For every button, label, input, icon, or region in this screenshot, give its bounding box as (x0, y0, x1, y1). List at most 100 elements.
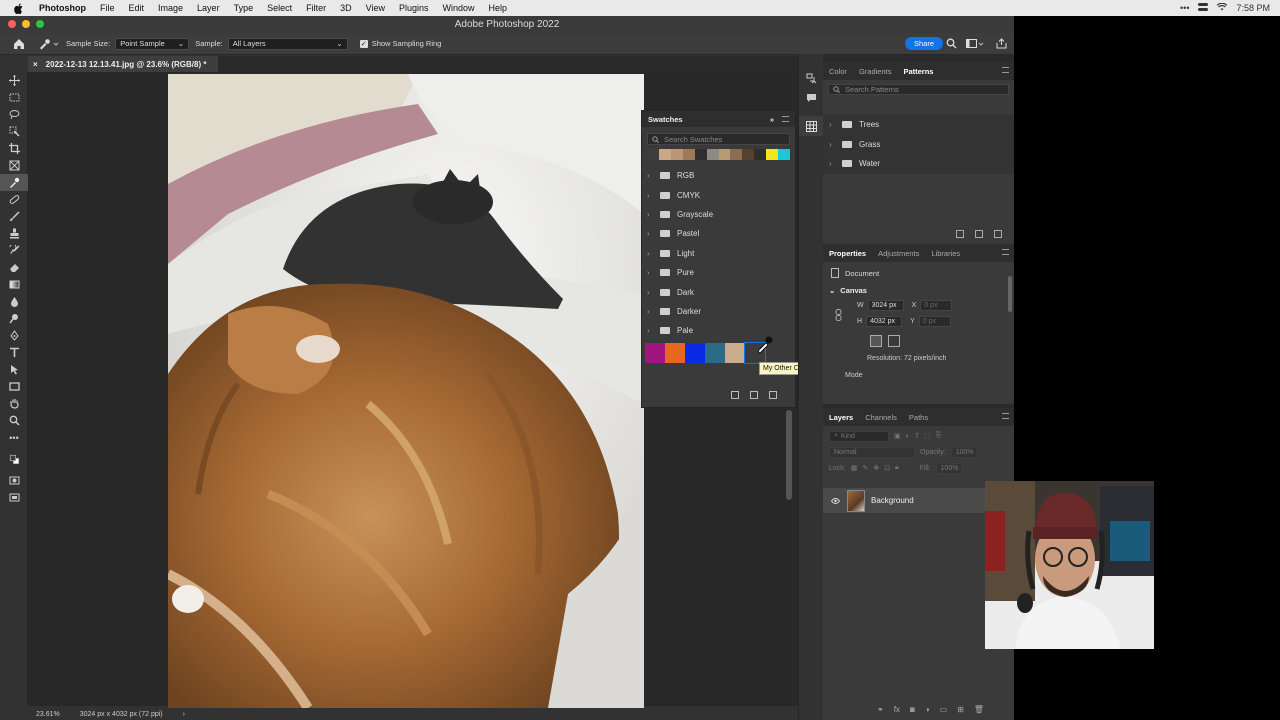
menu-window[interactable]: Window (436, 3, 482, 13)
status-chevron-icon[interactable]: › (183, 711, 185, 718)
frame-tool[interactable] (0, 157, 28, 174)
delete-swatch-icon[interactable] (769, 391, 777, 399)
type-tool[interactable] (0, 344, 28, 361)
delete-pattern-icon[interactable] (994, 230, 1002, 238)
more-icon[interactable]: ••• (1180, 3, 1189, 13)
eyedropper-preset-icon[interactable] (38, 38, 60, 50)
tab-paths[interactable]: Paths (909, 413, 928, 422)
x-input[interactable]: 0 px (920, 299, 953, 311)
menu-plugins[interactable]: Plugins (392, 3, 436, 13)
recent-swatch[interactable] (706, 149, 719, 160)
portrait-orientation-icon[interactable] (870, 335, 882, 347)
lock-move-icon[interactable]: ✥ (873, 464, 879, 472)
swatches-panel-button[interactable] (799, 116, 823, 136)
new-pattern-icon[interactable] (975, 230, 983, 238)
swatch-group-cmyk[interactable]: › CMYK (642, 185, 795, 204)
wifi-icon[interactable] (1217, 2, 1228, 13)
zoom-level[interactable]: 23.61% (36, 711, 60, 718)
comments-panel-button[interactable] (799, 88, 823, 108)
menu-layer[interactable]: Layer (190, 3, 227, 13)
menu-select[interactable]: Select (260, 3, 299, 13)
opacity-input[interactable]: 100% (950, 446, 977, 458)
gradient-tool[interactable] (0, 276, 28, 293)
collapse-panel-icon[interactable]: » (770, 115, 774, 124)
quick-mask-tool[interactable] (0, 472, 28, 489)
pattern-group-grass[interactable]: › Grass (823, 134, 1014, 154)
recent-swatch[interactable] (754, 149, 767, 160)
custom-swatch[interactable] (665, 342, 685, 363)
kind-filter-select[interactable]: ⌕ Kind (829, 430, 889, 442)
menu-file[interactable]: File (93, 3, 122, 13)
history-panel-button[interactable] (799, 68, 823, 88)
search-icon[interactable] (946, 38, 957, 49)
zoom-window-button[interactable] (36, 20, 44, 28)
clock[interactable]: 7:58 PM (1236, 3, 1270, 13)
canvas-section-header[interactable]: ⌄ Canvas (823, 284, 1014, 297)
link-layers-icon[interactable]: ⚭ (877, 705, 884, 714)
new-group-icon[interactable] (731, 391, 739, 399)
color-swatches-tool[interactable] (0, 446, 28, 472)
control-center-icon[interactable] (1198, 3, 1209, 13)
new-group-icon[interactable] (956, 230, 964, 238)
hand-tool[interactable] (0, 395, 28, 412)
recent-swatch[interactable] (718, 149, 731, 160)
more-tools[interactable]: ••• (0, 429, 28, 446)
menu-type[interactable]: Type (227, 3, 261, 13)
panel-menu-icon[interactable] (1002, 67, 1009, 73)
link-icon[interactable] (835, 309, 842, 321)
screen-mode-tool[interactable] (0, 489, 28, 506)
brush-tool[interactable] (0, 208, 28, 225)
tab-layers[interactable]: Layers (829, 413, 853, 422)
path-selection-tool[interactable] (0, 361, 28, 378)
delete-layer-icon[interactable]: 🗑︎ (974, 705, 984, 714)
tab-channels[interactable]: Channels (865, 413, 897, 422)
vertical-scrollbar[interactable] (786, 410, 792, 500)
menu-help[interactable]: Help (482, 3, 515, 13)
object-selection-tool[interactable] (0, 123, 28, 140)
recent-swatch[interactable] (694, 149, 707, 160)
show-sampling-ring-checkbox[interactable]: ✓ (359, 39, 368, 48)
sample-size-select[interactable]: Point Sample ⌄ (115, 37, 190, 50)
recent-swatch[interactable] (778, 149, 791, 160)
lock-pixels-icon[interactable]: ▦ (851, 464, 858, 472)
eyedropper-tool[interactable] (0, 174, 28, 191)
eraser-tool[interactable] (0, 259, 28, 276)
custom-swatch[interactable] (705, 342, 725, 363)
menu-view[interactable]: View (359, 3, 392, 13)
close-window-button[interactable] (8, 20, 16, 28)
menu-photoshop[interactable]: Photoshop (32, 3, 93, 13)
share-export-icon[interactable] (996, 38, 1007, 49)
blend-mode-select[interactable]: Normal (829, 446, 915, 458)
custom-swatch[interactable] (645, 342, 665, 363)
menu-3d[interactable]: 3D (333, 3, 359, 13)
recent-swatch[interactable] (742, 149, 755, 160)
share-button[interactable]: Share (905, 37, 944, 50)
marquee-tool[interactable] (0, 89, 28, 106)
panel-menu-icon[interactable] (1002, 413, 1009, 419)
eye-icon[interactable] (830, 496, 841, 506)
swatch-group-pure[interactable]: › Pure (642, 263, 795, 282)
minimize-window-button[interactable] (22, 20, 30, 28)
pen-tool[interactable] (0, 327, 28, 344)
swatch-group-pastel[interactable]: › Pastel (642, 224, 795, 243)
patterns-search-input[interactable]: Search Patterns (828, 84, 1009, 95)
height-input[interactable]: 4032 px (866, 315, 903, 327)
recent-swatch[interactable] (766, 149, 779, 160)
zoom-tool[interactable] (0, 412, 28, 429)
sample-select[interactable]: All Layers ⌄ (227, 37, 348, 50)
add-mask-icon[interactable]: ◙ (910, 705, 915, 714)
shape-filter-icon[interactable]: ⬚ (924, 432, 931, 440)
swatch-group-dark[interactable]: › Dark (642, 282, 795, 301)
landscape-orientation-icon[interactable] (888, 335, 900, 347)
tab-properties[interactable]: Properties (829, 249, 866, 258)
smart-object-filter-icon[interactable]: ⎘ (936, 432, 942, 440)
y-input[interactable]: 0 px (918, 315, 951, 327)
tab-gradients[interactable]: Gradients (859, 67, 892, 76)
recent-swatch[interactable] (670, 149, 683, 160)
recent-swatch[interactable] (647, 149, 659, 160)
tab-adjustments[interactable]: Adjustments (878, 249, 919, 258)
pixel-filter-icon[interactable]: ▣ (894, 432, 901, 440)
tab-patterns[interactable]: Patterns (903, 67, 933, 76)
recent-swatch[interactable] (730, 149, 743, 160)
swatch-group-light[interactable]: › Light (642, 244, 795, 263)
